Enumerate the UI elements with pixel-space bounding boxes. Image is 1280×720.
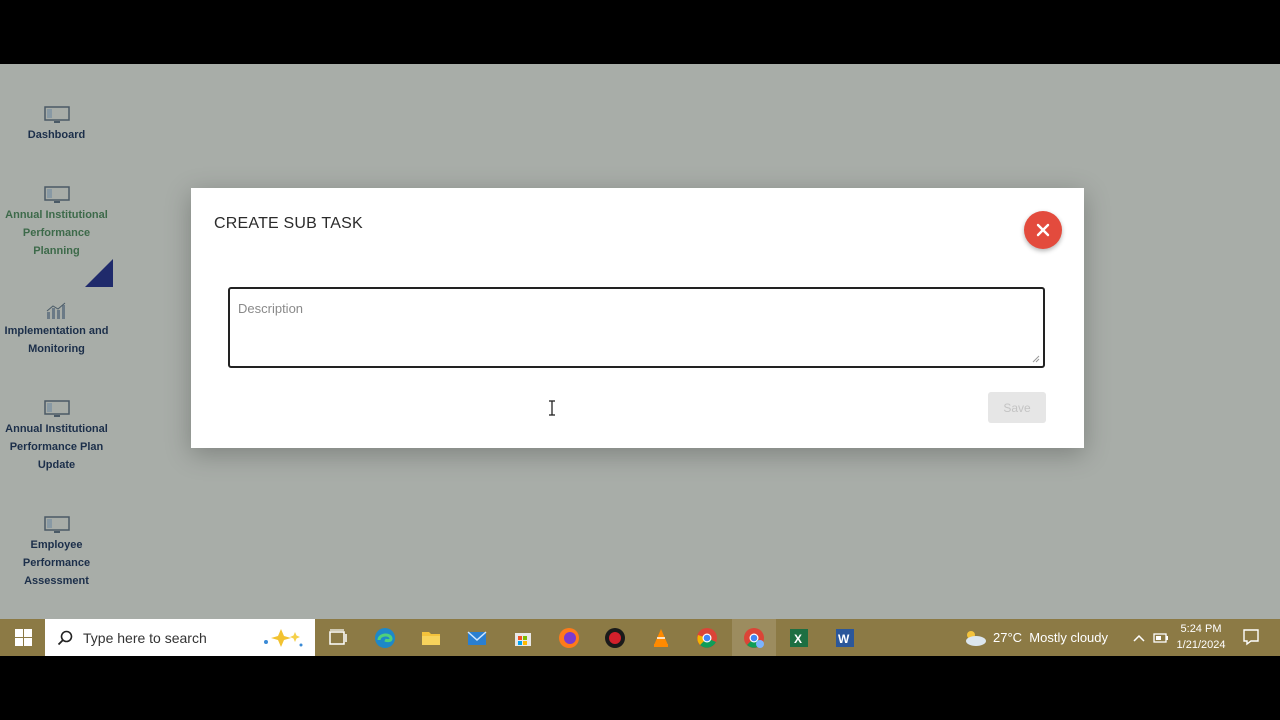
chrome-icon[interactable] — [696, 627, 718, 649]
edge-icon[interactable] — [374, 627, 396, 649]
sidebar-item-implementation[interactable]: Implementation and Monitoring — [0, 302, 113, 358]
close-button[interactable] — [1024, 211, 1062, 249]
system-clock[interactable]: 5:24 PM 1/21/2024 — [1170, 621, 1232, 653]
bar-chart-icon — [46, 302, 65, 319]
resize-grip-icon[interactable] — [1032, 355, 1040, 363]
sidebar-item-employee-assessment[interactable]: Employee Performance Assessment — [0, 516, 113, 590]
sidebar-item-plan-update[interactable]: Annual Institutional Performance Plan Up… — [0, 400, 113, 474]
clock-time: 5:24 PM — [1180, 623, 1222, 635]
sidebar-item-label: Annual Institutional Performance Plan Up… — [5, 423, 108, 471]
dialog-title: CREATE SUB TASK — [214, 215, 363, 232]
svg-text:X: X — [794, 632, 802, 646]
start-button[interactable] — [8, 619, 38, 656]
close-icon — [1036, 223, 1050, 237]
active-indicator — [85, 259, 113, 287]
search-placeholder: Type here to search — [83, 629, 207, 646]
monitor-icon — [43, 400, 70, 417]
sidebar-item-label: Annual Institutional Performance Plannin… — [5, 209, 108, 257]
store-icon[interactable] — [512, 627, 534, 649]
sidebar: Dashboard Annual Institutional Performan… — [0, 64, 113, 619]
battery-icon[interactable] — [1153, 630, 1169, 646]
monitor-icon — [43, 516, 70, 533]
taskbar-search-box[interactable]: Type here to search — [45, 619, 315, 656]
clock-date: 1/21/2024 — [1176, 639, 1226, 651]
sidebar-item-label: Employee Performance Assessment — [22, 539, 91, 587]
app-red-icon[interactable] — [604, 627, 626, 649]
svg-text:W: W — [838, 632, 850, 646]
monitor-icon — [43, 186, 70, 203]
save-button[interactable]: Save — [988, 392, 1046, 423]
weather-text: 27°C Mostly cloudy — [993, 630, 1109, 645]
text-cursor-icon — [549, 400, 555, 416]
vlc-icon[interactable] — [650, 627, 672, 649]
excel-icon[interactable]: X — [788, 627, 810, 649]
sidebar-item-label: Dashboard — [27, 129, 86, 141]
sidebar-item-label: Implementation and Monitoring — [4, 325, 109, 355]
word-icon[interactable]: W — [834, 627, 856, 649]
create-sub-task-dialog: CREATE SUB TASK Save — [191, 188, 1084, 448]
windows-icon — [14, 629, 32, 646]
cloud-icon — [966, 630, 986, 646]
search-icon — [57, 630, 73, 645]
description-input[interactable] — [230, 289, 1043, 366]
task-view-icon[interactable] — [327, 627, 349, 649]
description-field-wrapper — [228, 287, 1045, 368]
mail-icon[interactable] — [466, 627, 488, 649]
sidebar-item-dashboard[interactable]: Dashboard — [0, 106, 113, 144]
windows-taskbar: Type here to search X W 27°C Mostly clou… — [0, 619, 1280, 656]
search-highlight-icon — [264, 629, 303, 647]
app-screen: Dashboard Annual Institutional Performan… — [0, 64, 1280, 656]
notification-icon[interactable] — [1242, 628, 1260, 646]
file-explorer-icon[interactable] — [420, 627, 442, 649]
sidebar-item-annual-planning[interactable]: Annual Institutional Performance Plannin… — [0, 186, 113, 260]
weather-widget[interactable]: 27°C Mostly cloudy — [962, 619, 1108, 656]
firefox-icon[interactable] — [558, 627, 580, 649]
chrome-profile-icon[interactable] — [743, 627, 765, 649]
monitor-icon — [43, 106, 70, 123]
chevron-up-icon[interactable] — [1131, 630, 1147, 646]
